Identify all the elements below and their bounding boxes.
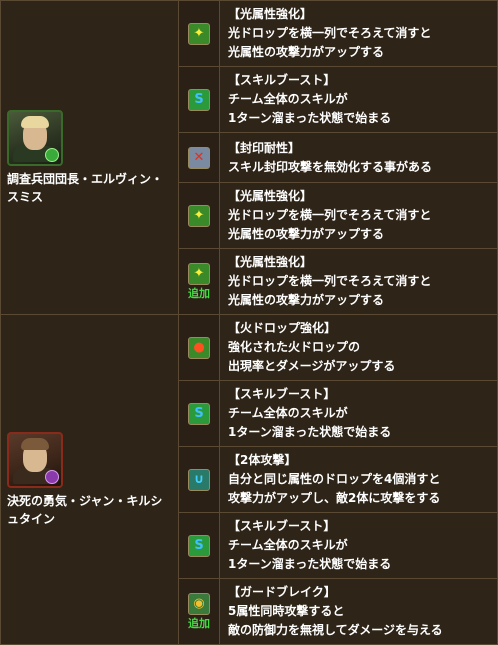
awakening-line: チーム全体のスキルが	[228, 92, 348, 106]
awakening-title: 【光属性強化】	[228, 255, 313, 269]
awakening-row: 調査兵団団長・エルヴィン・スミス ✦ 【光属性強化】 光ドロップを横一列でそろえ…	[0, 0, 498, 315]
awakening-line: 光属性の攻撃力がアップする	[228, 227, 385, 241]
awakening-description: 【光属性強化】 光ドロップを横一列でそろえて消すと 光属性の攻撃力がアップする	[219, 248, 498, 315]
two-prong-attack-icon: ∪	[188, 469, 210, 491]
awakening-line: 光ドロップを横一列でそろえて消すと	[228, 26, 432, 40]
guard-break-icon: ◉	[188, 593, 210, 615]
awakening-title: 【スキルブースト】	[228, 73, 336, 87]
awakening-line: 1ターン溜まった状態で始まる	[228, 111, 392, 125]
awakening-line: 光属性の攻撃力がアップする	[228, 293, 385, 307]
erwin-portrait-icon[interactable]	[7, 109, 63, 166]
awakening-description: 【スキルブースト】 チーム全体のスキルが 1ターン溜まった状態で始まる	[219, 512, 498, 579]
light-drop-enhance-icon: ✦	[188, 263, 210, 285]
awakening-line: 5属性同時攻撃すると	[228, 604, 345, 618]
awakening-line: 自分と同じ属性のドロップを4個消すと	[228, 472, 441, 486]
awakening-line: 出現率とダメージがアップする	[228, 359, 396, 373]
character-cell: 決死の勇気・ジャン・キルシュタイン	[0, 314, 179, 645]
awakening-description: 【火ドロップ強化】 強化された火ドロップの 出現率とダメージがアップする	[219, 314, 498, 381]
awakening-description: 【封印耐性】 スキル封印攻撃を無効化する事がある	[219, 132, 498, 183]
awakening-line: 光ドロップを横一列でそろえて消すと	[228, 208, 432, 222]
awakening-table: 調査兵団団長・エルヴィン・スミス ✦ 【光属性強化】 光ドロップを横一列でそろえ…	[0, 0, 498, 645]
awakening-title: 【2体攻撃】	[228, 453, 297, 467]
awakening-description: 【スキルブースト】 チーム全体のスキルが 1ターン溜まった状態で始まる	[219, 66, 498, 133]
awakening-line: 敵の防御力を無視してダメージを与える	[228, 623, 443, 637]
awakening-line: チーム全体のスキルが	[228, 406, 348, 420]
awakening-description: 【ガードブレイク】 5属性同時攻撃すると 敵の防御力を無視してダメージを与える	[219, 578, 498, 645]
awakening-line: 強化された火ドロップの	[228, 340, 361, 354]
awakening-row: 決死の勇気・ジャン・キルシュタイン ● 【火ドロップ強化】 強化された火ドロップ…	[0, 314, 498, 645]
awakening-line: 1ターン溜まった状態で始まる	[228, 557, 392, 571]
light-drop-enhance-icon: ✦	[188, 23, 210, 45]
skill-boost-icon: S	[188, 89, 210, 111]
awakening-line: 1ターン溜まった状態で始まる	[228, 425, 392, 439]
awakening-title: 【光属性強化】	[228, 7, 313, 21]
awakening-line: 光属性の攻撃力がアップする	[228, 45, 385, 59]
character-name: 決死の勇気・ジャン・キルシュタイン	[7, 493, 163, 526]
character-cell: 調査兵団団長・エルヴィン・スミス	[0, 0, 179, 315]
added-label: 追加	[188, 617, 210, 630]
awakening-description: 【光属性強化】 光ドロップを横一列でそろえて消すと 光属性の攻撃力がアップする	[219, 182, 498, 249]
jean-portrait-icon[interactable]	[7, 431, 63, 488]
light-drop-enhance-icon: ✦	[188, 205, 210, 227]
character-name: 調査兵団団長・エルヴィン・スミス	[7, 171, 164, 204]
seal-resist-icon: ✕	[188, 147, 210, 169]
skill-boost-icon: S	[188, 535, 210, 557]
awakening-title: 【スキルブースト】	[228, 387, 336, 401]
skill-boost-icon: S	[188, 403, 210, 425]
awakening-title: 【光属性強化】	[228, 189, 313, 203]
awakening-line: 攻撃力がアップし、敵2体に攻撃をする	[228, 491, 441, 505]
awakening-line: チーム全体のスキルが	[228, 538, 348, 552]
awakening-title: 【火ドロップ強化】	[228, 321, 337, 335]
awakening-line: スキル封印攻撃を無効化する事がある	[228, 159, 433, 174]
added-label: 追加	[188, 287, 210, 300]
awakening-title: 【ガードブレイク】	[228, 585, 336, 599]
awakening-description: 【光属性強化】 光ドロップを横一列でそろえて消すと 光属性の攻撃力がアップする	[219, 0, 498, 67]
awakening-title: 【封印耐性】	[228, 140, 301, 155]
awakening-description: 【2体攻撃】 自分と同じ属性のドロップを4個消すと 攻撃力がアップし、敵2体に攻…	[219, 446, 498, 513]
awakening-description: 【スキルブースト】 チーム全体のスキルが 1ターン溜まった状態で始まる	[219, 380, 498, 447]
fire-drop-enhance-icon: ●	[188, 337, 210, 359]
awakening-title: 【スキルブースト】	[228, 519, 336, 533]
awakening-line: 光ドロップを横一列でそろえて消すと	[228, 274, 432, 288]
